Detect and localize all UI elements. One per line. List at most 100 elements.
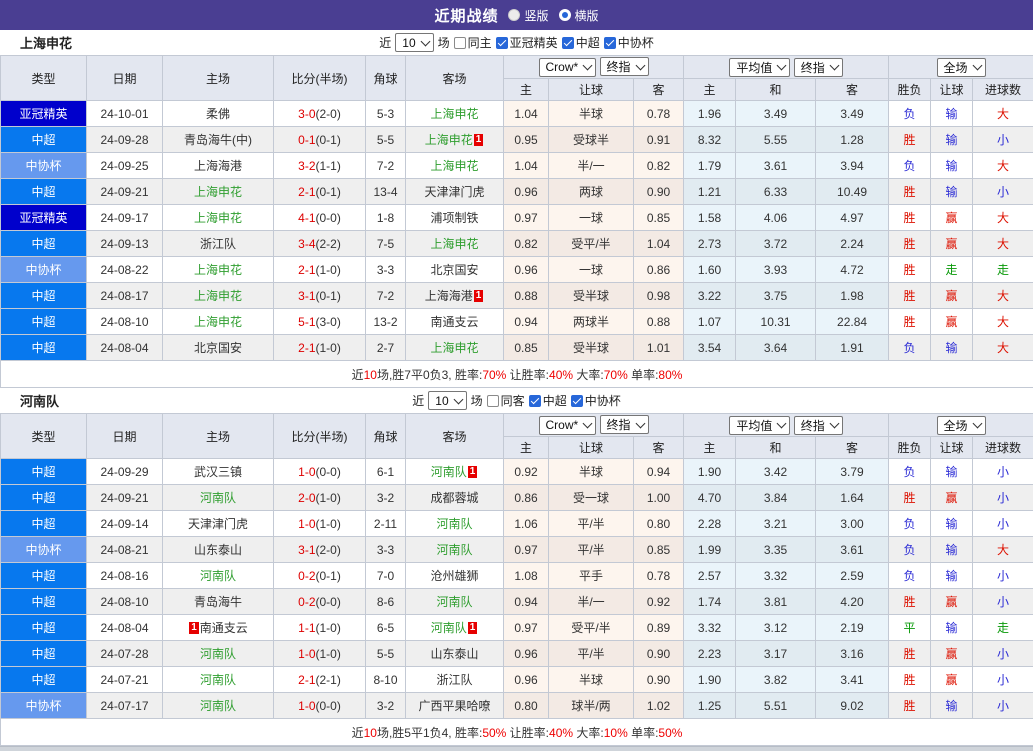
corners-cell: 3-2 [366,485,406,511]
odds-home-cell: 0.96 [504,179,549,205]
odds-home-cell: 0.85 [504,335,549,361]
away-team-cell: 上海申花 [406,335,504,361]
home-team-cell: 河南队 [163,485,274,511]
summary-segment: 40% [549,368,573,382]
fulltime-score: 1-1 [298,621,315,635]
summary-segment: 80% [658,368,682,382]
league-filter-label: 中协杯 [618,34,654,51]
avg-away-cell: 1.28 [816,127,889,153]
avg-draw-cell: 3.81 [736,589,816,615]
games-count-select[interactable]: 10 [428,391,466,410]
league-filter-checkbox[interactable]: 中协杯 [571,392,621,409]
odds-away-cell: 0.90 [634,667,684,693]
games-count-select[interactable]: 10 [395,33,433,52]
radio-horizontal[interactable]: 横版 [559,7,599,24]
halftime-score: (1-0) [316,341,341,355]
result-handicap-cell: 输 [931,537,973,563]
final-odds-select[interactable]: 终指 [600,415,649,434]
league-cell: 中超 [1,459,87,485]
avg-draw-cell: 3.64 [736,335,816,361]
avg-draw-cell: 3.93 [736,257,816,283]
checkbox-icon[interactable] [487,395,499,407]
score-cell: 1-1(1-0) [274,615,366,641]
match-row: 中超24-09-28青岛海牛(中)0-1(0-1)5-5上海申花10.95受球半… [1,127,1033,153]
home-team-cell: 青岛海牛 [163,589,274,615]
league-filter-checkbox[interactable]: 中超 [529,392,567,409]
league-filter-checkbox[interactable]: 亚冠精英 [496,34,558,51]
corners-cell: 3-3 [366,537,406,563]
final-avg-select[interactable]: 终指 [794,416,843,435]
radio-unselected-icon[interactable] [508,9,520,21]
full-match-select[interactable]: 全场 [937,416,986,435]
fulltime-score: 3-2 [298,159,315,173]
away-team-cell: 广西平果哈嘹 [406,693,504,719]
odds-source-select[interactable]: Crow* [539,58,597,77]
halftime-score: (2-0) [316,543,341,557]
same-venue-checkbox[interactable]: 同客 [487,392,525,409]
away-team-cell: 成都蓉城 [406,485,504,511]
corners-cell: 7-2 [366,283,406,309]
avg-home-cell: 8.32 [684,127,736,153]
final-odds-select[interactable]: 终指 [600,57,649,76]
full-match-select[interactable]: 全场 [937,58,986,77]
odds-handicap-cell: 受半球 [549,283,634,309]
odds-source-select[interactable]: Crow* [539,416,597,435]
average-select[interactable]: 平均值 [729,416,790,435]
team-name: 上海海港 [194,159,242,173]
checkbox-icon[interactable] [571,395,583,407]
near-label: 近 [412,392,424,409]
checkbox-icon[interactable] [496,37,508,49]
radio-selected-icon[interactable] [559,9,571,21]
result-handicap-cell: 输 [931,179,973,205]
subcol-avg-away: 客 [816,79,889,101]
match-row: 中超24-07-28河南队1-0(1-0)5-5山东泰山0.96平/半0.902… [1,641,1033,667]
odds-home-cell: 0.94 [504,589,549,615]
avg-draw-cell: 3.21 [736,511,816,537]
checkbox-icon[interactable] [562,37,574,49]
filter-controls: 近 10 场 同主 亚冠精英中超中协杯 [379,33,653,52]
corners-cell: 5-3 [366,101,406,127]
away-team-cell: 上海申花 [406,153,504,179]
match-row: 中超24-09-29武汉三镇1-0(0-0)6-1河南队10.92半球0.941… [1,459,1033,485]
league-filter-checkbox[interactable]: 中超 [562,34,600,51]
result-winloss-cell: 负 [889,537,931,563]
result-winloss-cell: 胜 [889,309,931,335]
match-row: 亚冠精英24-09-17上海申花4-1(0-0)1-8浦项制铁0.97一球0.8… [1,205,1033,231]
team-name: 武汉三镇 [194,465,242,479]
score-cell: 2-1(1-0) [274,335,366,361]
checkbox-icon[interactable] [454,37,466,49]
home-team-cell: 武汉三镇 [163,459,274,485]
checkbox-icon[interactable] [529,395,541,407]
subcol-handicap-result: 让球 [931,437,973,459]
avg-away-cell: 2.24 [816,231,889,257]
odds-away-cell: 0.98 [634,283,684,309]
red-card-badge: 1 [189,622,199,634]
odds-handicap-cell: 平手 [549,563,634,589]
team-name: 上海海港 [425,289,473,303]
avg-away-cell: 3.16 [816,641,889,667]
page-bottom-strip [0,746,1033,751]
league-filter-checkbox[interactable]: 中协杯 [604,34,654,51]
team-name: 河南队 [436,543,472,557]
result-goals-cell: 大 [973,205,1033,231]
average-select[interactable]: 平均值 [729,58,790,77]
red-card-badge: 1 [468,622,478,634]
same-venue-checkbox[interactable]: 同主 [454,34,492,51]
summary-row: 近10场,胜7平0负3, 胜率:70% 让胜率:40% 大率:70% 单率:80… [1,361,1033,388]
date-cell: 24-09-13 [87,231,163,257]
subcol-avg-home: 主 [684,79,736,101]
result-winloss-cell: 胜 [889,257,931,283]
radio-vertical[interactable]: 竖版 [508,7,548,24]
final-avg-select[interactable]: 终指 [794,58,843,77]
result-winloss-cell: 胜 [889,127,931,153]
match-row: 中超24-08-17上海申花3-1(0-1)7-2上海海港10.88受半球0.9… [1,283,1033,309]
date-cell: 24-08-10 [87,589,163,615]
league-cell: 中超 [1,511,87,537]
date-cell: 24-08-21 [87,537,163,563]
checkbox-icon[interactable] [604,37,616,49]
subcol-handicap: 让球 [549,79,634,101]
away-team-cell: 上海海港1 [406,283,504,309]
team-name: 天津津门虎 [188,517,248,531]
match-row: 中超24-08-10上海申花5-1(3-0)13-2南通支云0.94两球半0.8… [1,309,1033,335]
match-row: 中超24-08-10青岛海牛0-2(0-0)8-6河南队0.94半/一0.921… [1,589,1033,615]
